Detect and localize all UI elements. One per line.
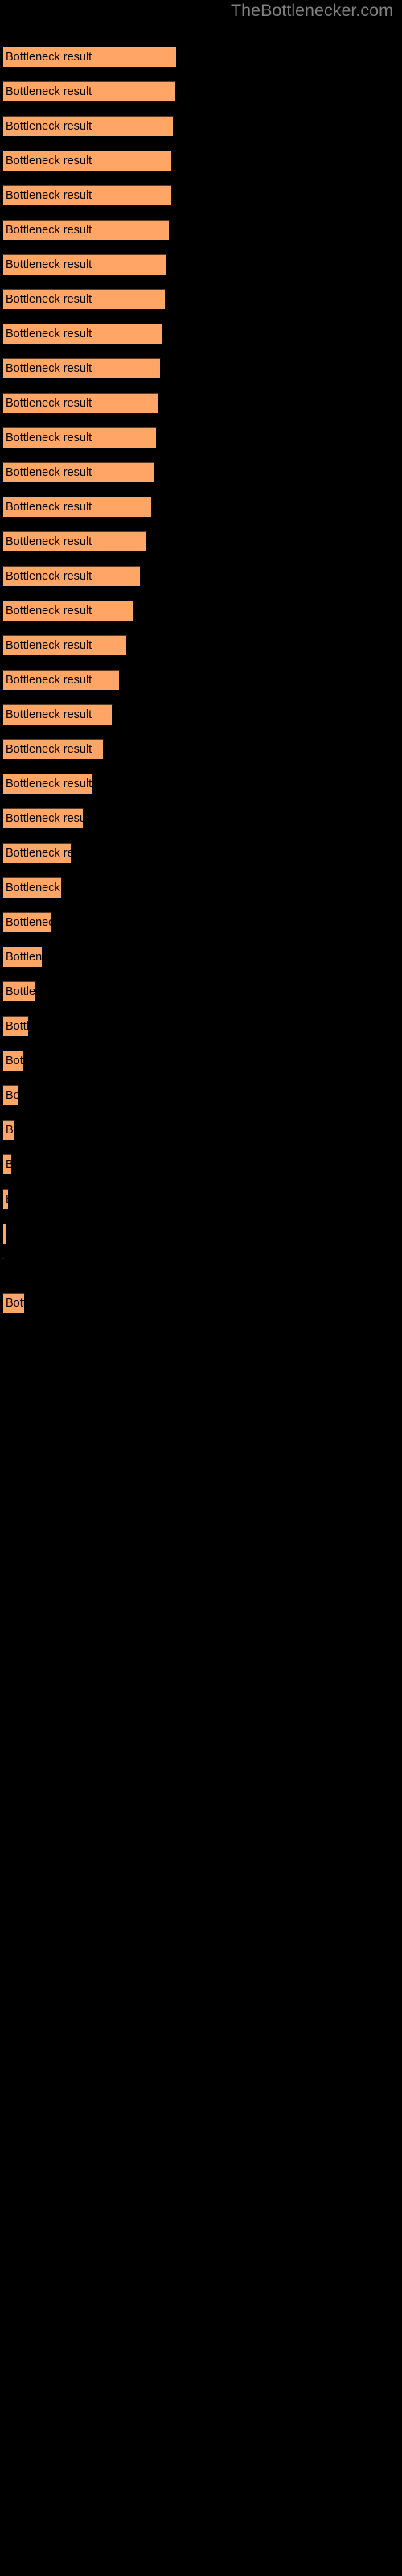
bar-label: Bottleneck result xyxy=(6,916,52,929)
bar-label: Bottleneck result xyxy=(6,812,84,825)
bar-label: Bottleneck result xyxy=(6,708,92,721)
site-title: TheBottlenecker.com xyxy=(231,1,393,20)
bar-label: Bottleneck result xyxy=(6,397,92,410)
bar-label-clip: Bottleneck result xyxy=(2,981,36,1002)
bar-label: Bottleneck result xyxy=(6,570,92,583)
bar-label: Bottleneck result xyxy=(6,362,92,375)
bar-label-clip: Bottleneck result xyxy=(2,635,127,656)
bar-label-clip: Bottleneck result xyxy=(2,116,174,137)
bar-label: Bottleneck result xyxy=(6,674,92,687)
bar-label-clip: Bottleneck result xyxy=(2,185,172,206)
bar-label-clip: Bottleneck result xyxy=(2,81,176,102)
bar-label: Bottleneck result xyxy=(6,328,92,341)
bar-label-clip: Bottleneck result xyxy=(2,704,113,725)
bar-label: Bottleneck result xyxy=(6,189,92,202)
bar-label: Bottleneck result xyxy=(6,639,92,652)
bar-label: Bottleneck result xyxy=(6,155,92,167)
bar-label-clip: Bottleneck result xyxy=(2,1016,29,1037)
bar-label-clip: Bottleneck result xyxy=(2,531,147,552)
bar-label-clip: Bottleneck result xyxy=(2,462,154,483)
bar-label: Bottleneck result xyxy=(6,778,92,791)
bar-label: Bottleneck result xyxy=(6,847,72,860)
bar-label-clip: Bottleneck result xyxy=(2,1085,19,1106)
bar-label: Bottleneck result xyxy=(6,1089,19,1102)
bar-label-clip: Bottleneck result xyxy=(2,912,52,933)
bar-label: Bottleneck result xyxy=(6,120,92,133)
bar-label-clip: Bottleneck result xyxy=(2,358,161,379)
bar-label-clip: Bottleneck result xyxy=(2,427,157,448)
bar-label-clip: Bottleneck result xyxy=(2,843,72,864)
bar-label-clip: Bottleneck result xyxy=(2,877,62,898)
bar-label-clip: Bottleneck result xyxy=(2,739,104,760)
bar-label-clip: Bottleneck result xyxy=(2,774,93,795)
bar-label-clip: Bottleneck result xyxy=(2,1224,6,1245)
bar-label-clip: Bottleneck result xyxy=(2,151,172,171)
bar-label: Bottleneck result xyxy=(6,985,36,998)
bar-label-clip: Bottleneck result xyxy=(2,601,134,621)
bar-label-clip: Bottleneck result xyxy=(2,289,166,310)
bar-label: Bottleneck result xyxy=(6,1124,15,1137)
bar-label-clip: Bottleneck result xyxy=(2,670,120,691)
bar-label-clip: Bottleneck result xyxy=(2,393,159,414)
bar-label-clip: Bottleneck result xyxy=(2,47,177,68)
bar-label: Bottleneck result xyxy=(6,501,92,514)
bar-label: Bottleneck result xyxy=(6,85,92,98)
bar-label-clip: Bottleneck result xyxy=(2,1258,4,1279)
bar-label-clip: Bottleneck result xyxy=(2,1189,9,1210)
bar-label: Bottleneck result xyxy=(6,1055,24,1067)
bar-label: Bottleneck result xyxy=(6,1020,29,1033)
bar-label-clip: Bottleneck result xyxy=(2,497,152,518)
bar-label: Bottleneck result xyxy=(6,466,92,479)
bar-label-clip: Bottleneck result xyxy=(2,324,163,345)
bar-label-clip: Bottleneck result xyxy=(2,1293,25,1314)
bar-label: Bottleneck result xyxy=(6,1189,9,1210)
bar-label: Bottleneck result xyxy=(6,881,62,894)
bar-label-clip: Bottleneck result xyxy=(2,220,170,241)
bar-label: Bottleneck result xyxy=(6,535,92,548)
bar-label-clip: Bottleneck result xyxy=(2,1051,24,1071)
bar-label: Bottleneck result xyxy=(6,1158,12,1171)
bar-label: Bottleneck result xyxy=(6,293,92,306)
bar-label-clip: Bottleneck result xyxy=(2,254,167,275)
bar-label: Bottleneck result xyxy=(6,951,43,964)
bar-label: Bottleneck result xyxy=(6,431,92,444)
bar-label: Bottleneck result xyxy=(6,258,92,271)
bar-label: Bottleneck result xyxy=(6,605,92,617)
bar-label-clip: Bottleneck result xyxy=(2,1120,15,1141)
bar-label-clip: Bottleneck result xyxy=(2,808,84,829)
bar-label: Bottleneck result xyxy=(6,1297,25,1310)
bar-label: Bottleneck result xyxy=(6,743,92,756)
bar-label-clip: Bottleneck result xyxy=(2,1154,12,1175)
bar-label-clip: Bottleneck result xyxy=(2,947,43,968)
bar-label-clip: Bottleneck result xyxy=(2,566,141,587)
bar-label: Bottleneck result xyxy=(6,224,92,237)
bottleneck-bar-chart: TheBottlenecker.com Bottleneck result Bot… xyxy=(0,0,402,2576)
bar-label: Bottleneck result xyxy=(6,51,92,64)
